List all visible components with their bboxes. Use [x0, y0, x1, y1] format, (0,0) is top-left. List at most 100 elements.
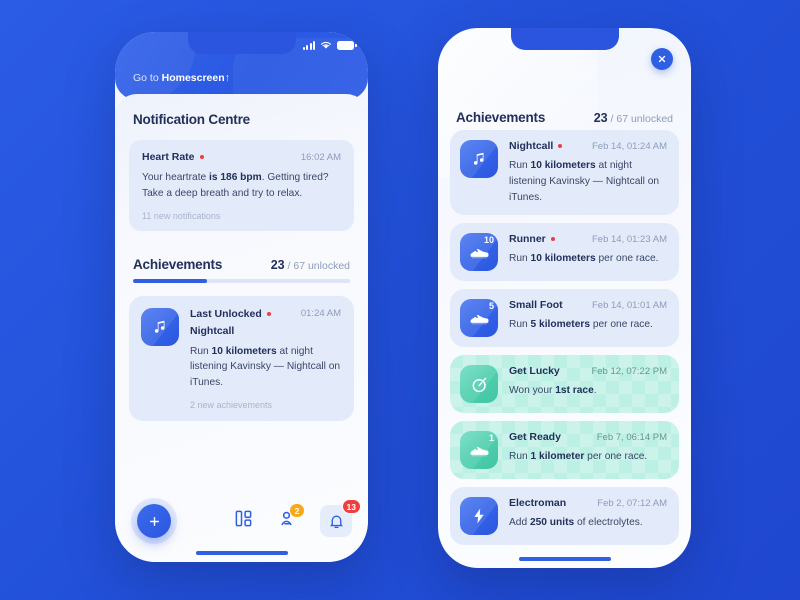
achievement-row[interactable]: 10 Runner Feb 14, 01:23 AM Run 10 kilometer… [450, 223, 679, 282]
new-achievements-count: 2 new achievements [190, 400, 273, 411]
notification-title: Heart Rate [142, 151, 204, 163]
achievement-text: Get Ready Feb 7, 06:14 PM Run 1 kilometer … [509, 431, 667, 469]
achievement-date: Feb 14, 01:01 AM [592, 299, 667, 311]
sidebar-item-profile[interactable]: 2 [277, 503, 305, 533]
achievements-section-header: Achievements 23 / 67 unlocked [115, 257, 368, 272]
achievement-date: Feb 14, 01:23 AM [592, 233, 667, 245]
left-screen: Go to Homescreen↑ Notification Centre He… [115, 32, 368, 562]
lightning-bolt-icon [460, 497, 498, 536]
close-icon [658, 55, 666, 63]
notification-card-heart-rate[interactable]: Heart Rate 16:02 AM Your heartrate is 18… [129, 140, 354, 231]
achievement-text: Electroman Feb 2, 07:12 AM Add 250 units o… [509, 497, 667, 535]
achievement-name: Nightcall [509, 140, 563, 152]
achievement-row[interactable]: Nightcall Feb 14, 01:24 AM Run 10 kilomete… [450, 130, 679, 216]
achievement-description: Add 250 units of electrolytes. [509, 517, 643, 529]
last-unlocked-label-text: Last Unlocked [190, 307, 262, 320]
achievements-progress-fill [133, 278, 207, 283]
running-shoe-icon: 1 [460, 431, 498, 470]
home-indicator[interactable] [195, 551, 288, 555]
new-indicator-dot-icon [266, 311, 271, 316]
phone-notch [187, 32, 296, 54]
achievement-row[interactable]: 5 Small Foot Feb 14, 01:01 AM Run 5 kilomet… [450, 289, 679, 348]
signal-bars-icon [302, 40, 315, 50]
right-achievements-counter: 23 / 67 unlocked [594, 111, 673, 125]
bell-icon [329, 515, 343, 528]
achievement-header: Get Ready Feb 7, 06:14 PM [509, 431, 667, 443]
right-unlocked-count: 23 [593, 111, 608, 125]
achievement-date: Feb 12, 07:22 PM [591, 365, 667, 377]
icon-badge-number: 10 [483, 235, 494, 246]
running-shoe-icon: 10 [460, 233, 498, 272]
stopwatch-icon [460, 365, 498, 404]
music-note-icon [141, 307, 179, 346]
icon-badge-number: 5 [488, 301, 494, 312]
right-achievements-header: Achievements 23 / 67 unlocked [438, 110, 691, 125]
new-indicator-dot-icon [550, 237, 555, 242]
wifi-icon [321, 41, 331, 49]
achievement-name-text: Get Lucky [509, 365, 560, 378]
achievement-name: Electroman [509, 497, 566, 509]
achievement-text: Nightcall Feb 14, 01:24 AM Run 10 kilomete… [509, 140, 667, 205]
achievement-header: Small Foot Feb 14, 01:01 AM [509, 299, 667, 311]
achievement-header: Electroman Feb 2, 07:12 AM [509, 497, 667, 509]
achievement-name-text: Small Foot [509, 299, 563, 312]
add-button-halo [131, 498, 177, 544]
achievements-progress-bar [133, 278, 350, 283]
hero-blob-decoration [115, 32, 195, 100]
achievement-date: Feb 7, 06:14 PM [596, 431, 667, 443]
achievement-name-text: Runner [509, 233, 546, 246]
achievements-title: Achievements [133, 256, 223, 272]
homelink-strong: Homescreen [161, 72, 225, 84]
achievement-name: Small Foot [509, 299, 563, 311]
go-to-homescreen-link[interactable]: Go to Homescreen↑ [133, 72, 230, 84]
homelink-arrow-icon: ↑ [224, 72, 230, 84]
last-unlocked-header: Last Unlocked 01:24 AM [190, 308, 341, 320]
achievement-name-text: Nightcall [509, 140, 554, 152]
last-unlocked-description: Run 10 kilometers at night listening Kav… [190, 345, 341, 389]
achievement-text: Runner Feb 14, 01:23 AM Run 10 kilometers … [509, 233, 667, 271]
dashboard-icon [235, 510, 252, 527]
close-button[interactable] [651, 48, 673, 70]
achievement-row[interactable]: Get Lucky Feb 12, 07:22 PM Won your 1st ra… [450, 355, 679, 414]
achievement-name-text: Electroman [509, 497, 567, 510]
profile-badge: 2 [289, 503, 305, 518]
status-bar [302, 40, 357, 50]
achievement-description: Run 10 kilometers at night listening Kav… [509, 160, 660, 203]
page-title: Notification Centre [133, 112, 250, 127]
home-indicator[interactable] [518, 557, 611, 561]
right-total-label: / 67 unlocked [610, 113, 673, 125]
achievements-total-label: / 67 unlocked [287, 259, 350, 272]
last-unlocked-time: 01:24 AM [300, 308, 341, 320]
right-achievements-title: Achievements [456, 110, 546, 125]
new-indicator-dot-icon [199, 155, 204, 159]
achievement-header: Nightcall Feb 14, 01:24 AM [509, 140, 667, 152]
icon-badge-number: 1 [488, 433, 494, 444]
sidebar-item-notifications[interactable]: 13 [320, 499, 361, 537]
notification-title-text: Heart Rate [142, 151, 195, 163]
phone-left: Go to Homescreen↑ Notification Centre He… [115, 32, 368, 562]
achievement-date: Feb 14, 01:24 AM [592, 140, 667, 152]
last-unlocked-card[interactable]: Last Unlocked 01:24 AM Nightcall Run 10 … [129, 295, 354, 422]
achievement-text: Get Lucky Feb 12, 07:22 PM Won your 1st ra… [509, 365, 667, 403]
music-note-icon [460, 140, 498, 178]
right-screen: Achievements 23 / 67 unlocked Nightcall F… [438, 28, 691, 568]
achievement-name: Get Lucky [509, 365, 560, 377]
last-unlocked-label: Last Unlocked [190, 308, 271, 320]
achievement-row[interactable]: 1 Get Ready Feb 7, 06:14 PM Run 1 kilometer… [450, 421, 679, 480]
achievement-name: Get Ready [509, 431, 561, 443]
achievement-description: Won your 1st race. [509, 385, 597, 397]
achievement-description: Run 1 kilometer per one race. [509, 451, 648, 463]
notifications-badge: 13 [341, 499, 361, 514]
last-unlocked-text: Last Unlocked 01:24 AM Nightcall Run 10 … [190, 308, 341, 410]
phone-right: Achievements 23 / 67 unlocked Nightcall F… [438, 28, 691, 568]
achievement-list[interactable]: Nightcall Feb 14, 01:24 AM Run 10 kilomete… [438, 130, 691, 550]
add-button[interactable] [137, 504, 171, 538]
achievement-row[interactable]: Electroman Feb 2, 07:12 AM Add 250 units o… [450, 487, 679, 546]
notification-body: Your heartrate is 186 bpm. Getting tired… [142, 172, 329, 199]
achievement-header: Runner Feb 14, 01:23 AM [509, 233, 667, 245]
new-indicator-dot-icon [558, 144, 563, 148]
left-content-sheet: Notification Centre Heart Rate 16:02 AM … [115, 94, 368, 562]
achievements-counter: 23 / 67 unlocked [271, 258, 350, 272]
achievement-name: Runner [509, 233, 555, 245]
sidebar-item-dashboard[interactable] [234, 509, 253, 533]
